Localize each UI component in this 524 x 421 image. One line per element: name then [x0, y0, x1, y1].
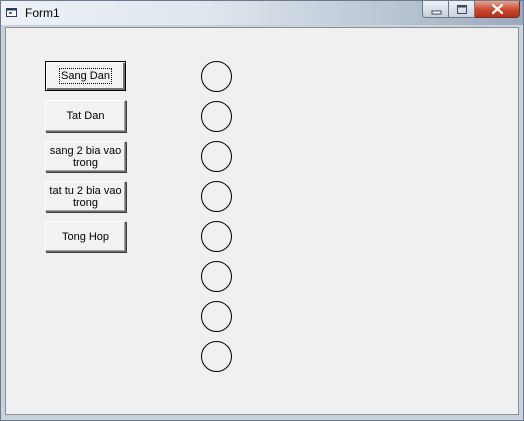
sang-dan-button[interactable]: Sang Dan: [45, 61, 126, 91]
minimize-icon: [431, 10, 442, 15]
window-title: Form1: [25, 6, 60, 20]
lamp-4: [201, 181, 232, 212]
form-window-icon: [6, 6, 19, 18]
sang-2-bia-vao-trong-button[interactable]: sang 2 bia vao trong: [45, 141, 126, 172]
lamp-7: [201, 301, 232, 332]
close-icon: [491, 3, 504, 15]
lamp-1: [201, 61, 232, 92]
form1-window: Form1 Sang Dan Tat Dan sang 2 bia vao tr…: [0, 0, 524, 421]
tat-tu-2-bia-vao-trong-button[interactable]: tat tu 2 bia vao trong: [45, 181, 126, 212]
lamp-3: [201, 141, 232, 172]
lamp-8: [201, 341, 232, 372]
tong-hop-label: Tong Hop: [61, 230, 110, 243]
tong-hop-button[interactable]: Tong Hop: [45, 221, 126, 252]
maximize-button[interactable]: [449, 1, 475, 18]
title-bar[interactable]: Form1: [1, 1, 523, 25]
tat-dan-button[interactable]: Tat Dan: [45, 100, 126, 132]
form-client-area: Sang Dan Tat Dan sang 2 bia vao trong ta…: [5, 27, 519, 415]
lamp-5: [201, 221, 232, 252]
sang-dan-label: Sang Dan: [59, 68, 112, 84]
minimize-button[interactable]: [422, 1, 449, 18]
tat-dan-label: Tat Dan: [66, 110, 105, 122]
lamp-6: [201, 261, 232, 292]
close-button[interactable]: [475, 1, 520, 18]
sang-2-bia-vao-trong-label: sang 2 bia vao trong: [49, 144, 122, 169]
lamp-2: [201, 101, 232, 132]
tat-tu-2-bia-vao-trong-label: tat tu 2 bia vao trong: [49, 184, 122, 209]
maximize-icon: [457, 5, 467, 14]
